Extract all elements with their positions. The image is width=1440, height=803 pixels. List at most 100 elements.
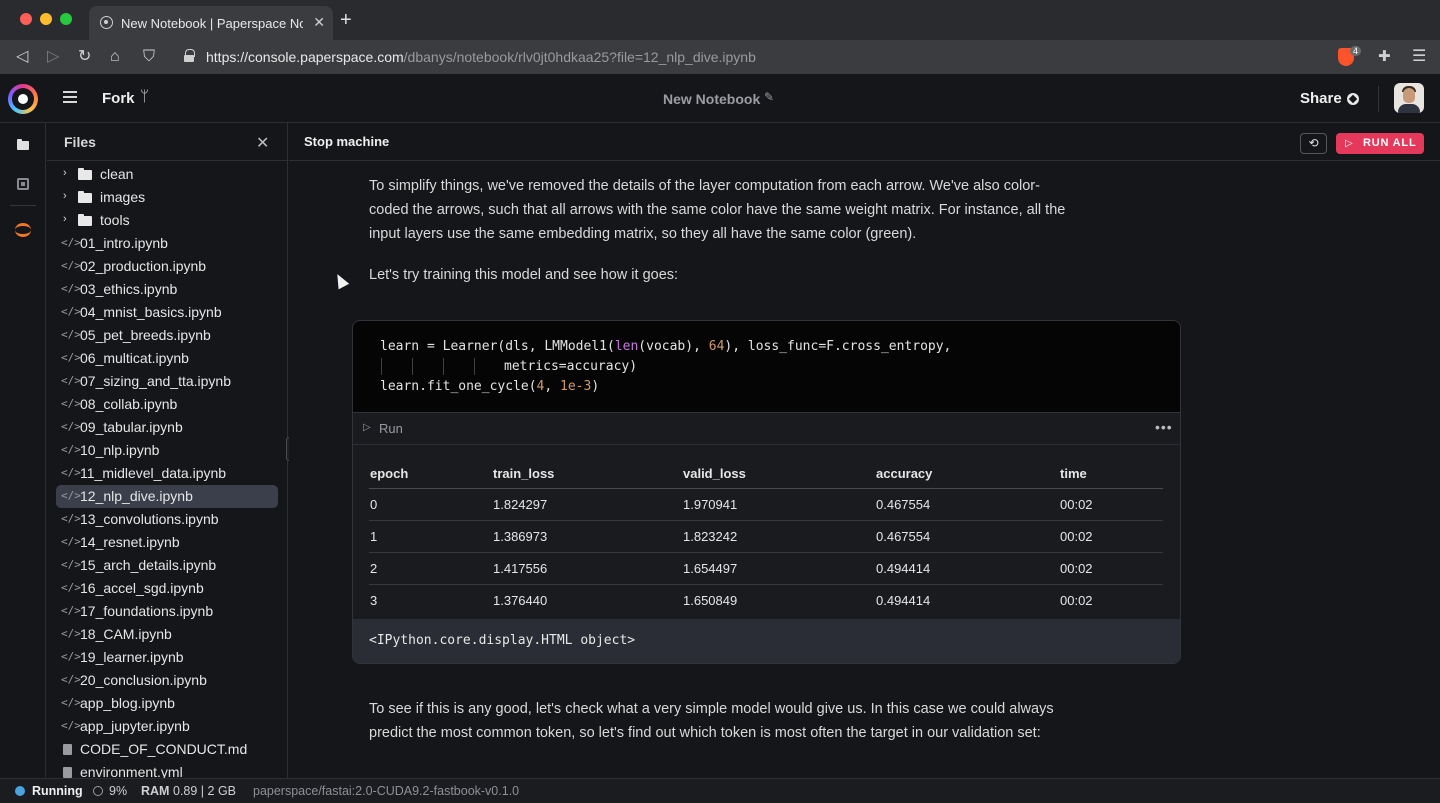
- minimize-window-button[interactable]: [40, 13, 52, 25]
- file-item[interactable]: </> 15_arch_details.ipynb: [56, 554, 278, 577]
- code-file-icon: </>: [61, 719, 81, 732]
- code-editor[interactable]: learn = Learner(dls, LMModel1(len(vocab)…: [353, 321, 1180, 413]
- bookmark-icon[interactable]: ⛉: [143, 47, 155, 67]
- folder-item-images[interactable]: › images: [56, 186, 278, 209]
- share-globe-icon[interactable]: [1347, 93, 1359, 105]
- file-name: 11_midlevel_data.ipynb: [80, 465, 227, 481]
- file-item[interactable]: </> 02_production.ipynb: [56, 255, 278, 278]
- file-item[interactable]: </> 05_pet_breeds.ipynb: [56, 324, 278, 347]
- table-cell: 1.376440: [493, 592, 548, 608]
- files-folder-icon[interactable]: [14, 137, 32, 155]
- code-file-icon: </>: [61, 420, 81, 433]
- code-file-icon: </>: [61, 397, 81, 410]
- chevron-right-icon: ›: [63, 190, 67, 202]
- file-item[interactable]: </> 04_mnist_basics.ipynb: [56, 301, 278, 324]
- table-cell: 1: [369, 520, 492, 553]
- folder-icon: [78, 168, 92, 180]
- file-item[interactable]: </> 16_accel_sgd.ipynb: [56, 577, 278, 600]
- file-name: 16_accel_sgd.ipynb: [80, 580, 204, 596]
- machine-chip-icon[interactable]: [14, 175, 32, 193]
- more-options-icon[interactable]: •••: [1155, 419, 1173, 435]
- restart-kernel-icon[interactable]: ⟲: [1300, 133, 1327, 154]
- forward-icon[interactable]: ▷: [47, 47, 59, 67]
- folder-item-clean[interactable]: › clean: [56, 163, 278, 186]
- file-name: 20_conclusion.ipynb: [80, 672, 207, 688]
- table-cell: 1.654497: [682, 552, 875, 585]
- markdown-cell-text: To see if this is any good, let's check …: [369, 701, 1054, 741]
- url-text[interactable]: https://console.paperspace.com/dbanys/no…: [206, 49, 756, 65]
- machine-status: Running: [32, 784, 83, 798]
- browser-menu-icon[interactable]: ☰: [1412, 46, 1426, 66]
- paperspace-logo-icon[interactable]: [8, 84, 38, 114]
- new-tab-icon[interactable]: +: [340, 10, 352, 30]
- browser-titlebar: New Notebook | Paperspace Notebook ✕ +: [0, 0, 1440, 40]
- code-line: learn = Learner(dls, LMModel1(len(vocab)…: [380, 339, 952, 354]
- file-item[interactable]: </> 03_ethics.ipynb: [56, 278, 278, 301]
- status-bar: Running 9% RAM 0.89 | 2 GB paperspace/fa…: [0, 778, 1440, 803]
- home-icon[interactable]: ⌂: [110, 47, 120, 67]
- maximize-window-button[interactable]: [60, 13, 72, 25]
- browser-toolbar: ◁ ▷ ↻ ⌂ ⛉ https://console.paperspace.com…: [0, 40, 1440, 74]
- code-file-icon: </>: [61, 673, 81, 686]
- notebook-area: Stop machine ⟲ ▷ RUN ALL To simplify thin…: [289, 123, 1440, 778]
- table-cell: 1.650849: [683, 592, 738, 608]
- close-window-button[interactable]: [20, 13, 32, 25]
- code-cell[interactable]: learn = Learner(dls, LMModel1(len(vocab)…: [352, 320, 1181, 664]
- url-path: /dbanys/notebook/rlv0jt0hdkaa25?file=12_…: [403, 49, 756, 65]
- close-tab-icon[interactable]: ✕: [313, 14, 325, 31]
- file-item[interactable]: </> app_blog.ipynb: [56, 692, 278, 715]
- file-item[interactable]: </> app_jupyter.ipynb: [56, 715, 278, 738]
- play-icon: ▷: [363, 422, 371, 433]
- code-file-icon: </>: [61, 351, 81, 364]
- edit-title-icon[interactable]: ✎: [764, 90, 774, 104]
- file-item-selected[interactable]: </> 12_nlp_dive.ipynb: [56, 485, 278, 508]
- fork-button[interactable]: Fork: [102, 90, 135, 107]
- file-item[interactable]: </> 13_convolutions.ipynb: [56, 508, 278, 531]
- table-cell: 3: [370, 592, 378, 608]
- file-name: 14_resnet.ipynb: [80, 534, 180, 550]
- file-item[interactable]: </> 06_multicat.ipynb: [56, 347, 278, 370]
- browser-tab[interactable]: New Notebook | Paperspace Notebook ✕: [89, 6, 333, 40]
- jupyter-icon[interactable]: [14, 221, 32, 239]
- close-files-panel-icon[interactable]: ✕: [256, 133, 269, 153]
- training-results-table: epoch train_loss valid_loss accuracy tim…: [369, 460, 1163, 616]
- run-all-button[interactable]: ▷ RUN ALL: [1336, 133, 1424, 154]
- column-header: epoch: [369, 460, 492, 489]
- extensions-puzzle-icon[interactable]: ✚: [1378, 47, 1391, 65]
- file-item[interactable]: </> 09_tabular.ipynb: [56, 416, 278, 439]
- code-file-icon: </>: [61, 328, 81, 341]
- share-button[interactable]: Share: [1300, 90, 1342, 107]
- hamburger-menu-icon[interactable]: [63, 91, 77, 103]
- file-item[interactable]: </> 10_nlp.ipynb: [56, 439, 278, 462]
- stop-machine-button[interactable]: Stop machine: [304, 134, 389, 149]
- user-avatar[interactable]: [1394, 83, 1424, 113]
- folder-item-tools[interactable]: › tools: [56, 209, 278, 232]
- file-item[interactable]: </> 01_intro.ipynb: [56, 232, 278, 255]
- table-cell: 1.386973: [492, 520, 682, 553]
- table-row: 0 1.824297 1.970941 0.467554 00:02: [369, 488, 1163, 521]
- file-list: › clean › images › tools </> 01_intro.ipynb …: [47, 163, 287, 784]
- file-name: 03_ethics.ipynb: [80, 281, 178, 297]
- shield-count-badge: 4: [1350, 46, 1362, 56]
- file-name: 04_mnist_basics.ipynb: [80, 304, 222, 320]
- file-item[interactable]: </> 08_collab.ipynb: [56, 393, 278, 416]
- back-icon[interactable]: ◁: [16, 47, 28, 67]
- left-rail: [0, 123, 46, 778]
- file-item[interactable]: CODE_OF_CONDUCT.md: [56, 738, 278, 761]
- header-divider: [1378, 86, 1379, 112]
- file-item[interactable]: </> 19_learner.ipynb: [56, 646, 278, 669]
- cpu-usage: 9%: [109, 784, 128, 798]
- reload-icon[interactable]: ↻: [78, 47, 91, 67]
- run-cell-button[interactable]: Run: [379, 421, 403, 436]
- notebook-title[interactable]: New Notebook: [663, 91, 760, 107]
- file-item[interactable]: </> 20_conclusion.ipynb: [56, 669, 278, 692]
- file-item[interactable]: </> 07_sizing_and_tta.ipynb: [56, 370, 278, 393]
- table-cell: 00:02: [1060, 592, 1093, 608]
- address-bar[interactable]: https://console.paperspace.com/dbanys/no…: [172, 44, 1328, 70]
- file-item[interactable]: </> 11_midlevel_data.ipynb: [56, 462, 278, 485]
- file-item[interactable]: </> 14_resnet.ipynb: [56, 531, 278, 554]
- code-file-icon: </>: [61, 282, 81, 295]
- file-item[interactable]: </> 17_foundations.ipynb: [56, 600, 278, 623]
- file-item[interactable]: </> 18_CAM.ipynb: [56, 623, 278, 646]
- file-name: 02_production.ipynb: [80, 258, 207, 274]
